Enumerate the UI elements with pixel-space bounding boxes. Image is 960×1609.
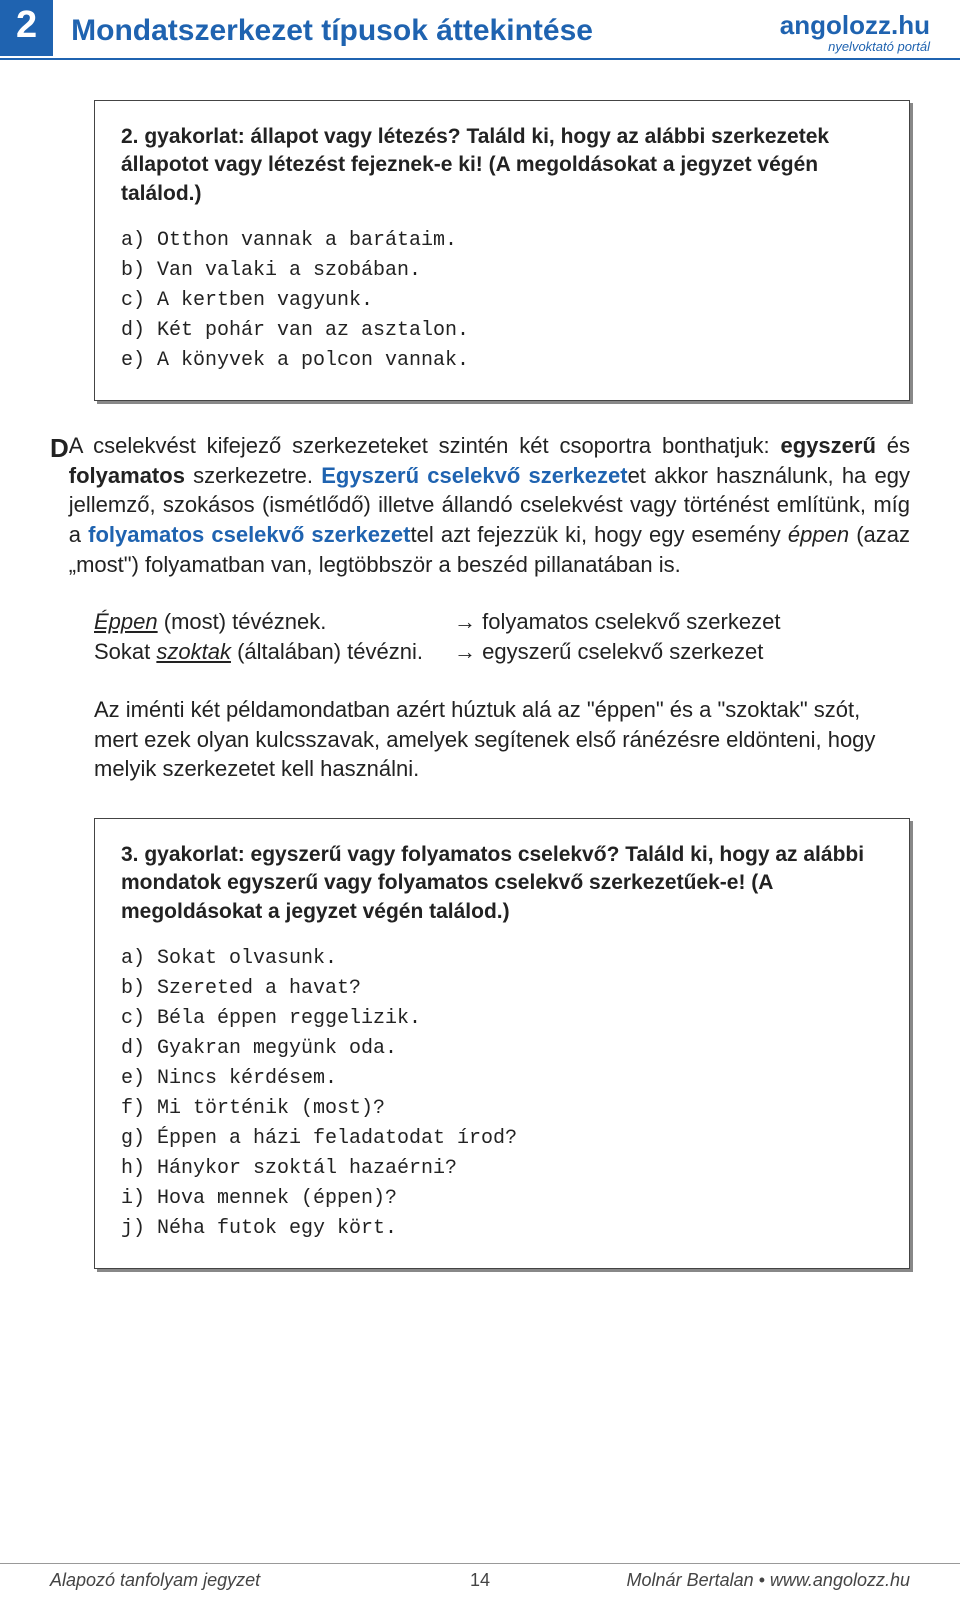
chapter-title: Mondatszerkezet típusok áttekintése (53, 0, 780, 48)
text-fragment: és (876, 433, 910, 458)
exercise-2-box: 2. gyakorlat: állapot vagy létezés? Talá… (94, 100, 910, 401)
footer-left: Alapozó tanfolyam jegyzet (50, 1570, 430, 1591)
section-d-paragraph: A cselekvést kifejező szerkezeteket szin… (69, 431, 910, 579)
brand-tagline: nyelvoktató portál (780, 39, 930, 54)
example-left: Éppen (most) tévéznek. (94, 607, 454, 637)
text-fragment: szerkezetre. (185, 463, 321, 488)
chapter-number-badge: 2 (0, 0, 53, 56)
text-fragment: tel azt fejezzük ki, hogy egy esemény (411, 522, 788, 547)
text-bold: folyamatos (69, 463, 185, 488)
examples-table: Éppen (most) tévéznek. → folyamatos csel… (94, 607, 910, 666)
text-italic: éppen (788, 522, 849, 547)
exercise-3-items: a) Sokat olvasunk. b) Szereted a havat? … (121, 944, 883, 1244)
brand-block: angolozz.hu nyelvoktató portál (780, 0, 930, 54)
page-content: 2. gyakorlat: állapot vagy létezés? Talá… (0, 60, 960, 1269)
section-marker-d: D (50, 431, 69, 461)
section-d-block: D A cselekvést kifejező szerkezeteket sz… (50, 431, 910, 579)
exercise-3-title: 3. gyakorlat: egyszerű vagy folyamatos c… (121, 841, 883, 926)
text-fragment: (most) tévéznek. (158, 609, 327, 634)
exercise-2-title: 2. gyakorlat: állapot vagy létezés? Talá… (121, 123, 883, 208)
exercise-2-items: a) Otthon vannak a barátaim. b) Van vala… (121, 226, 883, 376)
text-fragment: A cselekvést kifejező szerkezeteket szin… (69, 433, 781, 458)
text-bold: egyszerű (781, 433, 876, 458)
example-row: Sokat szoktak (általában) tévézni. → egy… (94, 637, 910, 667)
underlined-word: Éppen (94, 609, 158, 634)
text-fragment: Sokat (94, 639, 156, 664)
text-term-blue: Egyszerű cselekvő szerkezet (321, 463, 627, 488)
underlined-word: szoktak (156, 639, 231, 664)
explanation-paragraph: Az iménti két példamondatban azért húztu… (94, 695, 910, 784)
text-term-blue: folyamatos cselekvő szerkezet (88, 522, 410, 547)
example-right: → folyamatos cselekvő szerkezet (454, 607, 780, 637)
exercise-3-box: 3. gyakorlat: egyszerű vagy folyamatos c… (94, 818, 910, 1269)
page-header: 2 Mondatszerkezet típusok áttekintése an… (0, 0, 960, 60)
example-row: Éppen (most) tévéznek. → folyamatos csel… (94, 607, 910, 637)
footer-right: Molnár Bertalan • www.angolozz.hu (530, 1570, 910, 1591)
footer-page-number: 14 (430, 1570, 530, 1591)
text-fragment: (általában) tévézni. (231, 639, 423, 664)
example-left: Sokat szoktak (általában) tévézni. (94, 637, 454, 667)
example-right: → egyszerű cselekvő szerkezet (454, 637, 763, 667)
brand-name: angolozz.hu (780, 10, 930, 41)
page-footer: Alapozó tanfolyam jegyzet 14 Molnár Bert… (0, 1563, 960, 1591)
